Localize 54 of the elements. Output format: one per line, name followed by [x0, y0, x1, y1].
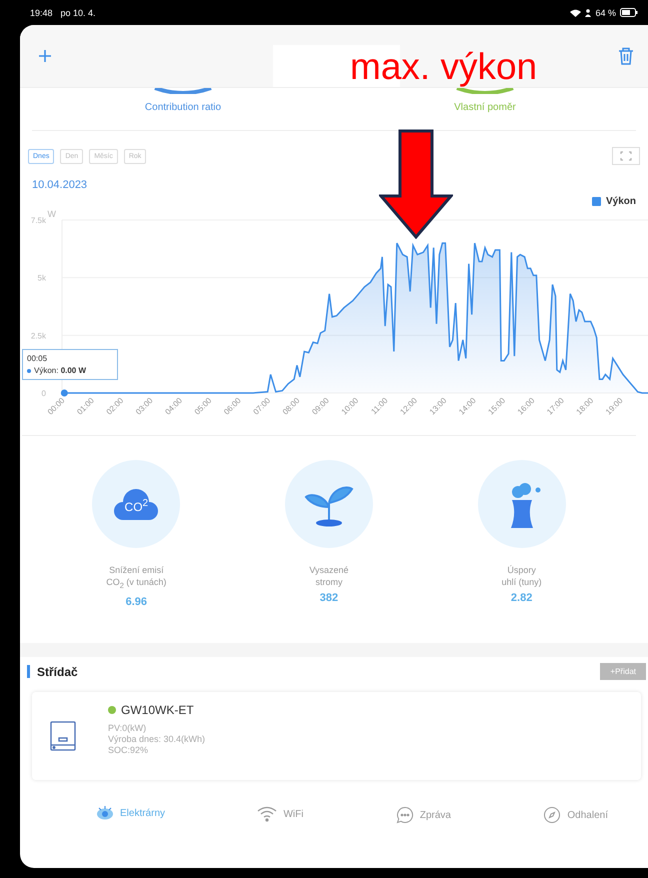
person-icon	[585, 8, 592, 16]
eye-icon	[96, 806, 114, 820]
ring-icon	[455, 88, 515, 94]
cloud-icon	[113, 486, 160, 522]
nav-tab[interactable]: Zpráva	[396, 806, 451, 824]
inverter-icon	[50, 721, 76, 751]
battery-percent: 64 %	[595, 8, 616, 18]
wifi-icon	[257, 806, 278, 822]
axis-label: 2.5k	[30, 331, 46, 340]
annotation-text: max. výkon	[350, 49, 538, 85]
chat-icon	[396, 806, 414, 824]
point-marker	[60, 390, 68, 396]
legend-label: Výkon	[606, 196, 636, 206]
chart-date: 10.04.2023	[32, 179, 88, 191]
series-dot-icon	[27, 368, 31, 372]
ring-icon	[153, 88, 213, 94]
nav-tab[interactable]: WiFi	[257, 806, 304, 822]
stat-value: 382	[320, 592, 338, 604]
stat-value: 6.96	[126, 596, 148, 608]
inverter-detail: SOC:92%	[108, 745, 150, 755]
nav-tab[interactable]: Elektrárny	[96, 806, 166, 820]
add-button[interactable]	[36, 47, 54, 65]
stat-label: Snížení emisí	[109, 564, 164, 576]
stat-label: Vysazené	[309, 564, 349, 576]
section-marker	[27, 665, 30, 678]
stat-label: stromy	[315, 576, 342, 588]
stat-label: uhlí (tuny)	[502, 576, 542, 588]
tooltip-value: Výkon: 0.00 W	[34, 366, 86, 375]
inverter-name: GW10WK-ET	[121, 703, 194, 717]
section-title: Střídač	[37, 664, 78, 678]
expand-icon	[620, 151, 632, 161]
nav-tab[interactable]: Odhalení	[543, 806, 608, 824]
battery-icon	[620, 8, 638, 17]
delete-button[interactable]	[616, 45, 636, 67]
compass-icon	[543, 806, 562, 824]
status-date: po 10. 4.	[60, 8, 96, 18]
status-time: 19:48	[30, 8, 53, 18]
tooltip-time: 00:05	[27, 354, 48, 363]
axis-label: 5k	[38, 274, 46, 283]
inverter-card[interactable]: GW10WK-ET PV:0(kW) Výroba dnes: 30.4(kWh) SOC:92%	[32, 692, 641, 780]
stat-value: 2.82	[510, 592, 532, 604]
stat-label: CO$_{2}$ (v tunách)	[106, 576, 166, 592]
ratio-label: Contribution ratio	[144, 102, 222, 113]
icon-badge-text: CO$^{2}$	[124, 498, 148, 514]
inverter-detail: Výroba dnes: 30.4(kWh)	[108, 734, 206, 744]
inverter-detail: PV:0(kW)	[108, 723, 148, 733]
axis-label: 0	[42, 389, 46, 398]
wifi-icon	[570, 8, 582, 16]
axis-label: 7.5k	[30, 216, 46, 225]
ratio-label: Vlastní poměr	[454, 102, 516, 113]
add-inverter-button[interactable]: +Přidat	[600, 663, 646, 680]
axis-unit: W	[48, 209, 56, 219]
fullscreen-button[interactable]	[612, 147, 640, 165]
stat-label: Úspory	[507, 564, 536, 576]
